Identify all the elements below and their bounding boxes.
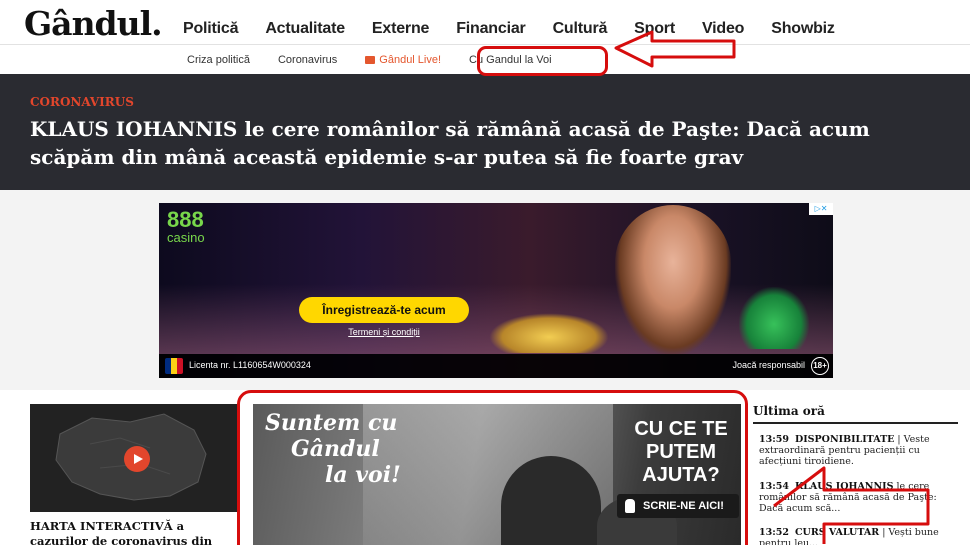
subnav-gandul-live[interactable]: Gândul Live!	[365, 54, 441, 66]
ad-terms-link[interactable]: Termeni și condiții	[299, 327, 469, 337]
main-nav: Politică Actualitate Externe Financiar C…	[183, 20, 862, 38]
casino-ad-banner[interactable]: 888 casino Înregistrează-te acum Termeni…	[159, 203, 833, 378]
latest-news-title: Ultima oră	[753, 404, 825, 418]
romania-map-thumbnail[interactable]	[30, 404, 238, 512]
ad-brand-number: 888	[167, 207, 204, 232]
nav-cultura[interactable]: Cultură	[553, 20, 608, 38]
top-header: Gândul. Politică Actualitate Externe Fin…	[0, 0, 970, 45]
live-tv-icon	[365, 56, 376, 64]
nav-showbiz[interactable]: Showbiz	[771, 20, 835, 38]
ad-license-text: Licenta nr. L1160654W000324	[189, 360, 311, 370]
nav-politica[interactable]: Politică	[183, 20, 239, 38]
breaking-headline[interactable]: KLAUS IOHANNIS le cere românilor să rămâ…	[30, 115, 940, 171]
subnav-criza-politica[interactable]: Criza politică	[187, 54, 250, 66]
ad-footer: Licenta nr. L1160654W000324 Joacă respon…	[159, 354, 833, 378]
play-icon[interactable]	[124, 446, 150, 472]
subnav-coronavirus[interactable]: Coronavirus	[278, 54, 337, 66]
latest-news-rule	[753, 422, 958, 424]
ad-lamp-image	[489, 313, 609, 353]
nav-financiar[interactable]: Financiar	[456, 20, 526, 38]
annotation-arrow-up-left	[773, 466, 930, 544]
news-tag: DISPONIBILITATE	[794, 434, 895, 445]
ad-brand-word: casino	[167, 230, 205, 245]
romania-flag-icon	[165, 358, 183, 374]
nav-actualitate[interactable]: Actualitate	[265, 20, 345, 38]
nav-externe[interactable]: Externe	[372, 20, 429, 38]
breaking-kicker[interactable]: CORONAVIRUS	[30, 95, 134, 109]
ad-register-button[interactable]: Înregistrează-te acum	[299, 297, 469, 323]
annotation-highlight-banner	[237, 390, 748, 545]
annotation-arrow-left	[614, 30, 736, 68]
ad-hat-image	[739, 287, 809, 349]
adchoices-icon[interactable]: ▷✕	[809, 203, 833, 215]
ad-responsible-text: Joacă responsabil	[732, 360, 805, 370]
subnav-gandul-live-label: Gândul Live!	[379, 54, 442, 66]
age-restriction-badge: 18+	[811, 357, 829, 375]
map-article-title[interactable]: HARTA INTERACTIVĂ a cazurilor de coronav…	[30, 519, 240, 545]
ad-model-image	[615, 205, 731, 355]
annotation-highlight-subnav	[477, 46, 608, 76]
breaking-news-band: CORONAVIRUS KLAUS IOHANNIS le cere român…	[0, 74, 970, 190]
ad-brand-logo: 888 casino	[167, 209, 217, 257]
site-logo[interactable]: Gândul.	[24, 4, 163, 43]
news-time: 13:59	[759, 434, 789, 445]
